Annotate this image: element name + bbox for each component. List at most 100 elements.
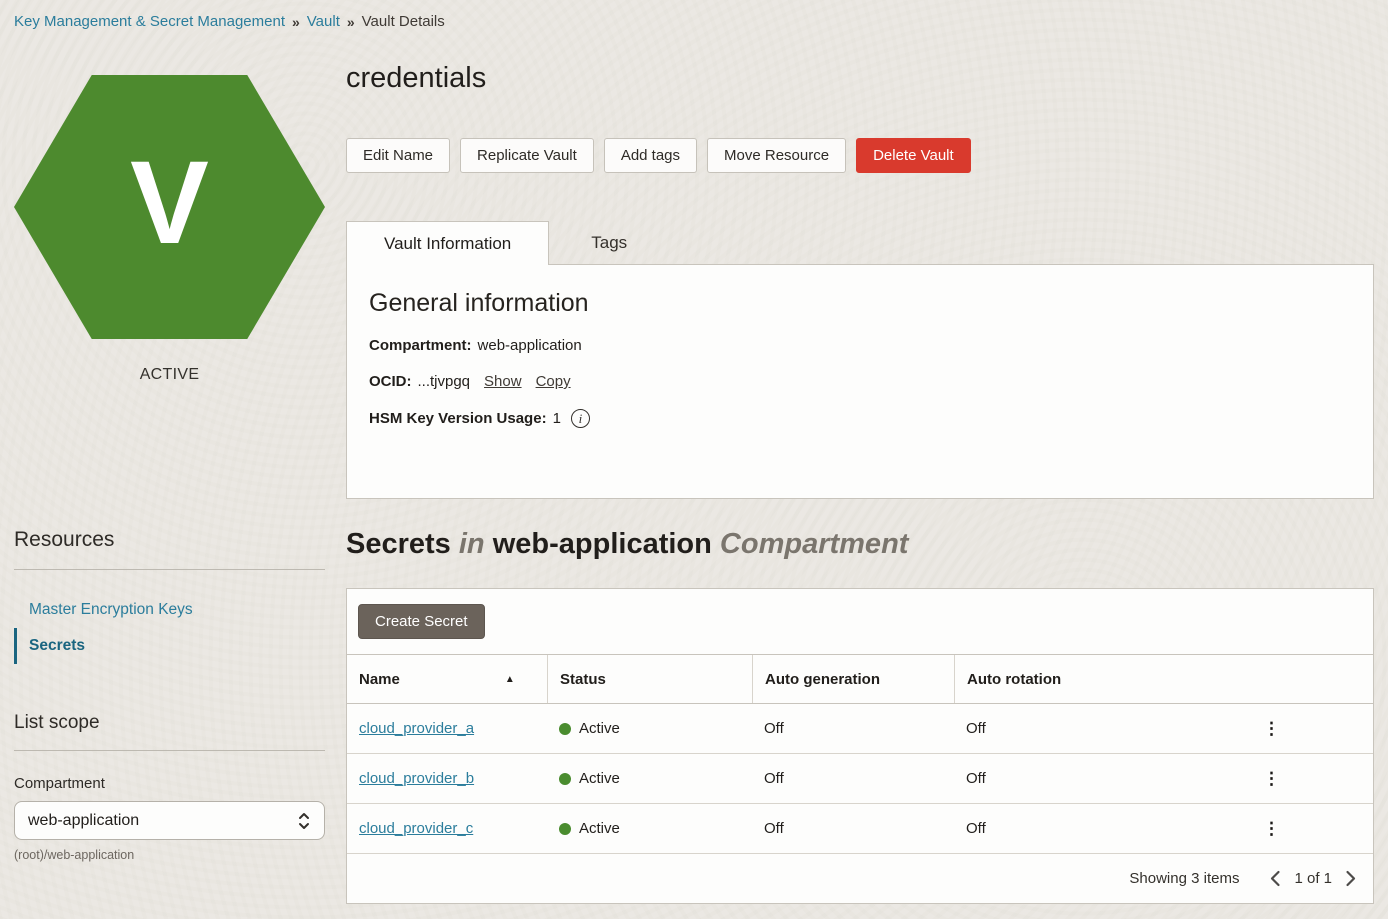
column-header-auto-rotation[interactable]: Auto rotation	[954, 655, 1158, 703]
kebab-menu-icon[interactable]: ⋮	[1253, 716, 1290, 741]
pagination: 1 of 1	[1267, 868, 1359, 889]
chevron-left-icon[interactable]	[1267, 868, 1284, 889]
breadcrumb-separator: »	[292, 14, 300, 30]
secret-auto-rotation-cell: Off	[954, 720, 1158, 737]
left-column: V ACTIVE Resources Master Encryption Key…	[0, 39, 345, 862]
secret-auto-generation-cell: Off	[752, 720, 954, 737]
ocid-row-label: OCID:	[369, 373, 412, 390]
secrets-heading-suffix: Compartment	[720, 528, 909, 560]
ocid-row-value: ...tjvpgq	[418, 373, 471, 390]
resources-divider	[14, 569, 325, 570]
info-icon[interactable]: i	[571, 409, 590, 428]
chevron-up-down-icon	[297, 811, 311, 831]
table-row: cloud_provider_c Active Off Off ⋮	[347, 804, 1373, 854]
compartment-row-label: Compartment:	[369, 337, 472, 354]
breadcrumb-link-vault[interactable]: Vault	[307, 13, 340, 30]
sort-ascending-icon: ▲	[505, 674, 515, 685]
list-scope-title: List scope	[14, 712, 325, 734]
secret-status-cell: Active	[547, 820, 752, 837]
detail-tabs: Vault Information Tags	[346, 221, 1374, 265]
breadcrumb-current: Vault Details	[362, 13, 445, 30]
secrets-heading-in: in	[459, 528, 485, 560]
sidebar: Resources Master Encryption Keys Secrets…	[14, 528, 325, 862]
secret-auto-rotation-cell: Off	[954, 820, 1158, 837]
compartment-row: Compartment: web-application	[369, 337, 1351, 354]
tab-tags[interactable]: Tags	[549, 221, 669, 265]
move-resource-button[interactable]: Move Resource	[707, 138, 846, 173]
secret-name-link[interactable]: cloud_provider_b	[359, 770, 474, 787]
secrets-table-toolbar: Create Secret	[347, 589, 1373, 654]
secrets-table-header: Name ▲ Status Auto generation Auto rotat…	[347, 654, 1373, 704]
delete-vault-button[interactable]: Delete Vault	[856, 138, 971, 173]
secret-auto-generation-cell: Off	[752, 770, 954, 787]
secret-name-cell: cloud_provider_a	[347, 720, 547, 737]
status-active-icon	[559, 723, 571, 735]
edit-name-button[interactable]: Edit Name	[346, 138, 450, 173]
vault-icon-wrap: V ACTIVE	[14, 75, 325, 384]
secrets-table-card: Create Secret Name ▲ Status Auto generat…	[346, 588, 1374, 904]
secret-status-label: Active	[579, 820, 620, 837]
secrets-table-body: cloud_provider_a Active Off Off ⋮ cloud_…	[347, 704, 1373, 854]
sidebar-item-master-encryption-keys[interactable]: Master Encryption Keys	[14, 592, 325, 628]
column-header-status[interactable]: Status	[547, 655, 752, 703]
secret-auto-generation-cell: Off	[752, 820, 954, 837]
compartment-row-value: web-application	[478, 337, 582, 354]
secret-name-link[interactable]: cloud_provider_a	[359, 720, 474, 737]
table-row: cloud_provider_b Active Off Off ⋮	[347, 754, 1373, 804]
status-active-icon	[559, 773, 571, 785]
secrets-section-heading: Secrets in web-application Compartment	[346, 528, 1374, 561]
page-indicator: 1 of 1	[1294, 870, 1332, 887]
general-information-title: General information	[369, 289, 1351, 318]
secret-status-cell: Active	[547, 770, 752, 787]
secret-auto-rotation-cell: Off	[954, 770, 1158, 787]
tab-vault-information[interactable]: Vault Information	[346, 221, 549, 265]
chevron-right-icon[interactable]	[1342, 868, 1359, 889]
secrets-heading-prefix: Secrets	[346, 528, 451, 560]
vault-initial: V	[130, 144, 209, 262]
hsm-usage-label: HSM Key Version Usage:	[369, 410, 547, 427]
secret-status-cell: Active	[547, 720, 752, 737]
kebab-menu-icon[interactable]: ⋮	[1253, 816, 1290, 841]
column-header-actions	[1158, 655, 1373, 703]
column-header-auto-generation[interactable]: Auto generation	[752, 655, 954, 703]
hsm-usage-row: HSM Key Version Usage: 1 i	[369, 409, 1351, 428]
page-title: credentials	[346, 62, 1374, 95]
ocid-show-link[interactable]: Show	[484, 373, 522, 390]
page-body: V ACTIVE Resources Master Encryption Key…	[0, 39, 1388, 904]
table-row: cloud_provider_a Active Off Off ⋮	[347, 704, 1373, 754]
vault-hexagon-icon: V	[14, 75, 325, 339]
resources-title: Resources	[14, 528, 325, 552]
secret-status-label: Active	[579, 720, 620, 737]
compartment-select[interactable]: web-application	[14, 801, 325, 840]
replicate-vault-button[interactable]: Replicate Vault	[460, 138, 594, 173]
ocid-row: OCID: ...tjvpgq Show Copy	[369, 373, 1351, 390]
add-tags-button[interactable]: Add tags	[604, 138, 697, 173]
secret-name-cell: cloud_provider_b	[347, 770, 547, 787]
compartment-label: Compartment	[14, 775, 325, 792]
breadcrumb: Key Management & Secret Management » Vau…	[0, 0, 1388, 39]
secret-actions-cell: ⋮	[1158, 716, 1373, 741]
compartment-path: (root)/web-application	[14, 848, 325, 862]
resources-links: Master Encryption Keys Secrets	[14, 592, 325, 664]
list-scope-divider	[14, 750, 325, 751]
ocid-copy-link[interactable]: Copy	[536, 373, 571, 390]
secret-actions-cell: ⋮	[1158, 766, 1373, 791]
secret-status-label: Active	[579, 770, 620, 787]
column-header-name-label: Name	[359, 671, 400, 688]
sidebar-item-secrets[interactable]: Secrets	[14, 628, 325, 664]
secret-name-cell: cloud_provider_c	[347, 820, 547, 837]
vault-status-label: ACTIVE	[14, 366, 325, 384]
secret-name-link[interactable]: cloud_provider_c	[359, 820, 473, 837]
status-active-icon	[559, 823, 571, 835]
vault-information-panel: General information Compartment: web-app…	[346, 264, 1374, 499]
secret-actions-cell: ⋮	[1158, 816, 1373, 841]
secrets-heading-compartment: web-application	[493, 528, 712, 560]
kebab-menu-icon[interactable]: ⋮	[1253, 766, 1290, 791]
column-header-name[interactable]: Name ▲	[347, 655, 547, 703]
breadcrumb-separator: »	[347, 14, 355, 30]
create-secret-button[interactable]: Create Secret	[358, 604, 485, 639]
breadcrumb-link-key-management[interactable]: Key Management & Secret Management	[14, 13, 285, 30]
hsm-usage-value: 1	[553, 410, 561, 427]
compartment-select-value: web-application	[28, 812, 139, 830]
main-content: credentials Edit Name Replicate Vault Ad…	[346, 39, 1388, 904]
